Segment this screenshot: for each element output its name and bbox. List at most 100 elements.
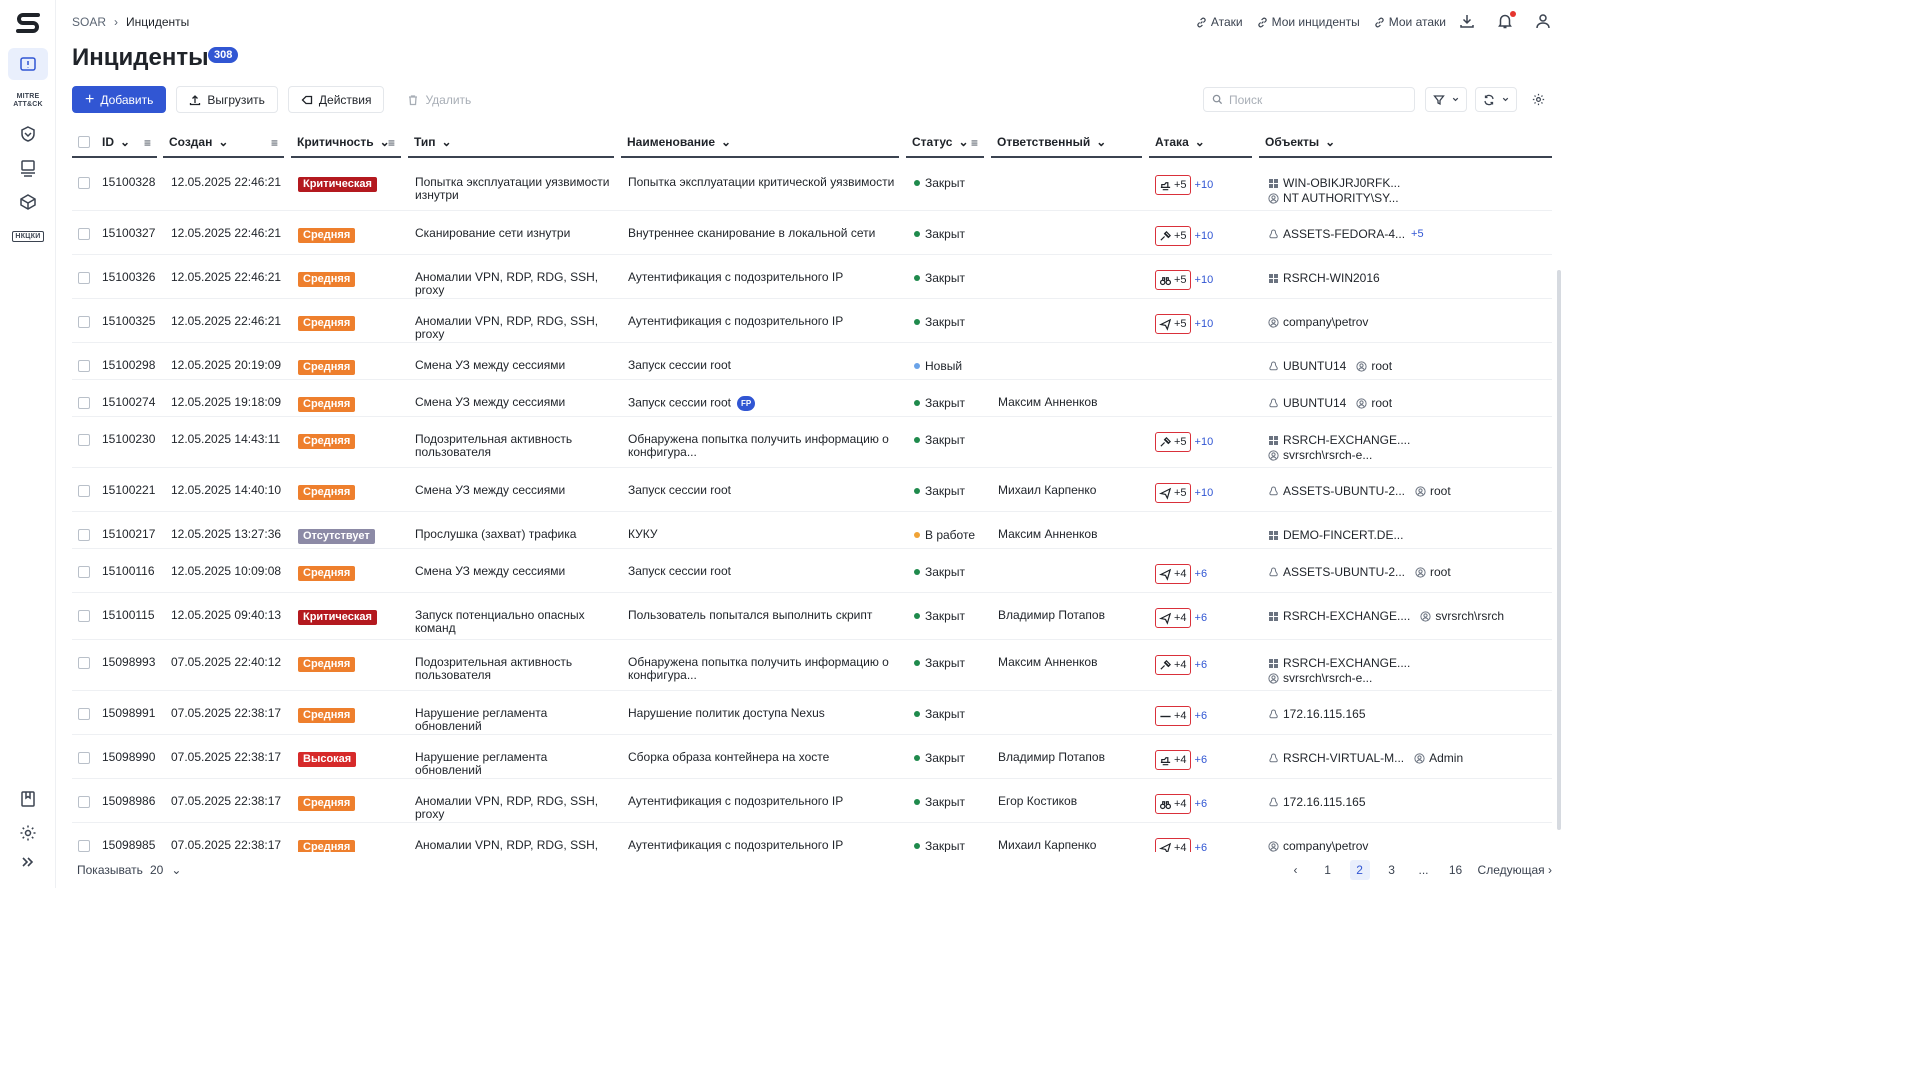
row-checkbox[interactable] [78,316,90,328]
column-status[interactable]: Статус ⌄ ≡ [906,128,984,158]
page-size-select[interactable]: 20 ⌄ [150,863,181,877]
attack-cell[interactable]: +4 +6 [1155,706,1207,726]
table-settings-button[interactable] [1525,87,1552,112]
table-row[interactable]: 15100221 12.05.2025 14:40:10 Средняя Смена … [72,468,1552,512]
filter-button[interactable] [1425,87,1467,112]
link-attacks[interactable]: Атаки [1196,15,1243,29]
attack-cell[interactable]: +4 +6 [1155,750,1207,770]
table-row[interactable]: 15100326 12.05.2025 22:46:21 Средняя Аномал… [72,255,1552,299]
attack-cell[interactable]: +4 +6 [1155,838,1207,852]
link-my-attacks[interactable]: Мои атаки [1374,15,1446,29]
object-item[interactable]: RSRCH-EXCHANGE.... [1268,433,1410,448]
table-row[interactable]: 15100274 12.05.2025 19:18:09 Средняя Смена … [72,380,1552,417]
incident-id[interactable]: 15100328 [102,176,155,189]
page-16[interactable]: 16 [1446,860,1466,880]
object-user[interactable]: root [1415,484,1451,499]
object-item[interactable]: svrsrch\rsrch-e... [1268,671,1410,686]
row-checkbox[interactable] [78,610,90,622]
table-row[interactable]: 15100328 12.05.2025 22:46:21 Критическая По… [72,160,1552,211]
column-attack[interactable]: Атака ⌄ [1149,128,1252,158]
attack-cell[interactable]: +5 +10 [1155,314,1213,334]
incident-name[interactable]: Обнаружена попытка получить информацию о… [628,656,900,682]
object-user[interactable]: root [1356,359,1392,374]
incident-id[interactable]: 15098993 [102,656,155,669]
object-item[interactable]: RSRCH-WIN2016 [1268,271,1380,286]
attack-more-link[interactable]: +10 [1195,274,1214,286]
attack-cell[interactable]: +5 +10 [1155,175,1213,195]
incident-name[interactable]: Запуск сессии root [628,359,900,372]
incident-name[interactable]: Аутентификация с подозрительного IP [628,795,900,808]
delete-button[interactable]: Удалить [394,86,485,113]
object-item[interactable]: company\petrov [1268,315,1368,330]
object-item[interactable]: UBUNTU14 root [1268,396,1392,411]
book-nav-icon[interactable] [8,783,48,815]
attack-tag[interactable]: +4 [1155,838,1191,852]
breadcrumb-soar[interactable]: SOAR [72,15,106,29]
incident-id[interactable]: 15100217 [102,528,155,541]
row-checkbox[interactable] [78,566,90,578]
object-item[interactable]: svrsrch\rsrch-e... [1268,448,1410,463]
object-item[interactable]: 172.16.115.165 [1268,795,1366,810]
attack-cell[interactable]: +5 +10 [1155,270,1213,290]
threat-nav-icon[interactable] [8,118,48,150]
row-checkbox[interactable] [78,796,90,808]
incident-name[interactable]: Пользователь попытался выполнить скрипт [628,609,900,622]
attack-more-link[interactable]: +6 [1195,612,1208,624]
row-checkbox[interactable] [78,840,90,852]
attack-cell[interactable]: +5 +10 [1155,432,1213,452]
attack-more-link[interactable]: +6 [1195,710,1208,722]
incident-id[interactable]: 15098985 [102,839,155,852]
mitre-attack-nav[interactable]: MITRE ATT&CK [8,85,48,117]
incident-name[interactable]: Попытка эксплуатации критической уязвимо… [628,176,900,189]
sort-icon[interactable]: ≡ [144,136,151,150]
column-type[interactable]: Тип ⌄ [408,128,614,158]
row-checkbox[interactable] [78,177,90,189]
attack-cell[interactable]: +4 +6 [1155,608,1207,628]
incidents-nav-icon[interactable] [8,48,48,80]
attack-tag[interactable]: +5 [1155,270,1191,290]
attack-more-link[interactable]: +10 [1195,230,1214,242]
row-checkbox[interactable] [78,360,90,372]
logo-icon[interactable] [14,10,42,36]
object-user[interactable]: root [1415,565,1451,580]
download-icon[interactable] [1458,12,1476,30]
attack-more-link[interactable]: +6 [1195,568,1208,580]
object-item[interactable]: RSRCH-EXCHANGE.... svrsrch\rsrch [1268,609,1504,624]
row-checkbox[interactable] [78,228,90,240]
sort-icon[interactable]: ≡ [971,136,978,150]
table-row[interactable]: 15100327 12.05.2025 22:46:21 Средняя Сканир… [72,211,1552,255]
incident-id[interactable]: 15100327 [102,227,155,240]
table-row[interactable]: 15098986 07.05.2025 22:38:17 Средняя Аномал… [72,779,1552,823]
incident-id[interactable]: 15098986 [102,795,155,808]
attack-more-link[interactable]: +6 [1195,798,1208,810]
incident-name[interactable]: Запуск сессии root FP [628,396,900,411]
table-row[interactable]: 15098993 07.05.2025 22:40:12 Средняя Подозр… [72,640,1552,691]
column-created[interactable]: Создан ⌄ ≡ [163,128,284,158]
attack-cell[interactable]: +4 +6 [1155,655,1207,675]
objects-more-link[interactable]: +5 [1411,227,1424,242]
table-row[interactable]: 15098985 07.05.2025 22:38:17 Средняя Аномал… [72,823,1552,852]
incident-id[interactable]: 15100326 [102,271,155,284]
incident-id[interactable]: 15100325 [102,315,155,328]
column-id[interactable]: ID ⌄ ≡ [72,128,157,158]
table-row[interactable]: 15100116 12.05.2025 10:09:08 Средняя Смена … [72,549,1552,593]
incident-id[interactable]: 15100230 [102,433,155,446]
object-item[interactable]: ASSETS-FEDORA-4... +5 [1268,227,1424,242]
attack-more-link[interactable]: +10 [1195,487,1214,499]
column-severity[interactable]: Критичность ⌄ ≡ [291,128,401,158]
attack-tag[interactable]: +4 [1155,706,1191,726]
object-item[interactable]: DEMO-FINCERT.DE... [1268,528,1403,543]
prev-page-icon[interactable]: ‹ [1286,860,1306,880]
object-item[interactable]: ASSETS-UBUNTU-2... root [1268,484,1451,499]
playbooks-nav-icon[interactable] [8,152,48,184]
row-checkbox[interactable] [78,657,90,669]
attack-cell[interactable]: +5 +10 [1155,483,1213,503]
user-icon[interactable] [1534,12,1552,30]
refresh-button[interactable] [1475,87,1517,112]
attack-cell[interactable]: +4 +6 [1155,794,1207,814]
attack-tag[interactable]: +5 [1155,175,1191,195]
table-row[interactable]: 15100298 12.05.2025 20:19:09 Средняя Смена … [72,343,1552,380]
attack-tag[interactable]: +4 [1155,750,1191,770]
incident-id[interactable]: 15100115 [102,609,155,622]
row-checkbox[interactable] [78,397,90,409]
